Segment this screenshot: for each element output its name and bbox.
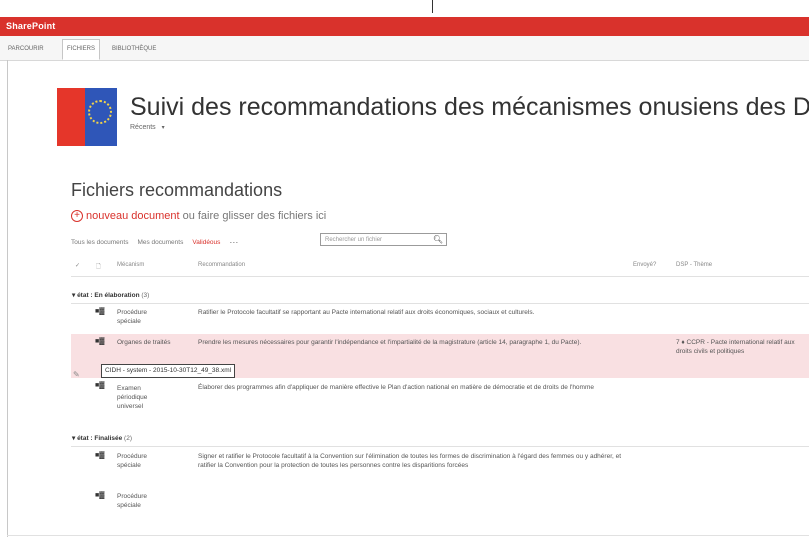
view-all-documents[interactable]: Tous les documents: [71, 239, 128, 246]
table-row[interactable]: ■▓ Procédure spéciale: [71, 488, 809, 518]
cell-dsp: 7 ♦ CCPR - Pacte international relatif a…: [676, 339, 795, 355]
select-all-checkbox[interactable]: ✓: [75, 262, 80, 269]
eu-stars-icon: [88, 100, 112, 124]
header-recommandation[interactable]: Recommandation: [198, 262, 245, 268]
tab-fichiers[interactable]: Fichiers: [62, 39, 101, 60]
search-placeholder: Rechercher un fichier: [325, 237, 383, 243]
logo-blue-panel: [85, 88, 117, 146]
group-header-finalisee[interactable]: ▾ état : Finalisée (2): [72, 434, 132, 442]
group-label: ▾ état : Finalisée: [72, 435, 123, 442]
cell-recommandation: Signer et ratifier le Protocole facultat…: [198, 453, 622, 469]
search-input[interactable]: Rechercher un fichier 🔍︎: [320, 233, 447, 246]
cell-mecanism: Procédure spéciale: [117, 309, 147, 325]
site-title[interactable]: Suivi des recommandations des mécanismes…: [130, 93, 809, 122]
header-mecanism[interactable]: Mécanism: [117, 262, 144, 268]
site-nav[interactable]: Récents ▾: [130, 124, 165, 131]
group-count: (3): [141, 292, 150, 299]
doc-type-header-icon[interactable]: 🗋: [96, 262, 101, 272]
cell-recommandation: Prendre les mesures nécessaires pour gar…: [198, 339, 582, 346]
doc-icon: ■▓: [95, 308, 105, 315]
text-cursor: [432, 0, 433, 13]
doc-icon: ■▓: [95, 338, 105, 345]
cell-mecanism: Examen périodique universel: [117, 385, 148, 410]
table-row[interactable]: ■▓ Procédure spéciale Ratifier le Protoc…: [71, 304, 809, 334]
tab-bibliotheque[interactable]: Bibliothèque: [108, 40, 160, 59]
doc-icon: ■▓: [95, 382, 105, 389]
suite-bar: SharePoint: [0, 17, 809, 36]
header-dsp[interactable]: DSP - Thème: [676, 262, 712, 268]
table-row[interactable]: ■▓ Examen périodique universel Élaborer …: [71, 378, 809, 428]
page-bottom-border: [7, 535, 809, 536]
doc-icon: ■▓: [95, 492, 105, 499]
group-header-elaboration[interactable]: ▾ état : En élaboration (3): [72, 291, 149, 299]
cell-recommandation: Élaborer des programmes afin d'appliquer…: [198, 384, 594, 391]
new-document-link[interactable]: nouveau document: [86, 210, 180, 222]
group-count: (2): [124, 435, 132, 442]
plus-icon[interactable]: +: [71, 210, 83, 222]
group-divider: [71, 446, 809, 447]
cell-recommandation: Ratifier le Protocole facultatif se rapp…: [198, 309, 535, 316]
view-my-documents[interactable]: Mes documents: [137, 239, 183, 246]
view-selector: Tous les documents Mes documents Validéo…: [71, 237, 238, 247]
more-views-button[interactable]: ···: [229, 237, 238, 247]
header-envoye[interactable]: Envoyé?: [633, 262, 656, 268]
chevron-down-icon[interactable]: ▾: [162, 125, 165, 131]
cell-mecanism: Procédure spéciale: [117, 453, 147, 469]
page-frame: [7, 60, 8, 537]
table-row[interactable]: ■▓ Procédure spéciale Signer et ratifier…: [71, 448, 809, 488]
header-divider: [71, 276, 809, 277]
tab-parcourir[interactable]: Parcourir: [4, 40, 48, 59]
cell-mecanism: Organes de traités: [117, 339, 171, 346]
search-icon[interactable]: 🔍︎: [433, 234, 443, 246]
column-headers: ✓ 🗋 Mécanism Recommandation Envoyé? DSP …: [71, 262, 809, 274]
doc-icon: ■▓: [95, 452, 105, 459]
cell-mecanism: Procédure spéciale: [117, 493, 147, 509]
view-validees[interactable]: Validéous: [192, 239, 220, 246]
window-top: [0, 0, 809, 17]
app-brand[interactable]: SharePoint: [0, 21, 56, 31]
nav-recents[interactable]: Récents: [130, 124, 156, 131]
list-title[interactable]: Fichiers recommandations: [71, 180, 282, 201]
file-tooltip: CIDH - system - 2015-10-30T12_49_38.xml: [101, 364, 236, 378]
site-logo[interactable]: [57, 88, 117, 146]
ribbon: Parcourir Fichiers Bibliothèque: [0, 36, 809, 61]
group-label: ▾ état : En élaboration: [72, 292, 140, 299]
drag-hint: ou faire glisser des fichiers ici: [182, 210, 327, 222]
new-document-bar: + nouveau document ou faire glisser des …: [71, 210, 326, 222]
logo-red-panel: [57, 88, 85, 146]
